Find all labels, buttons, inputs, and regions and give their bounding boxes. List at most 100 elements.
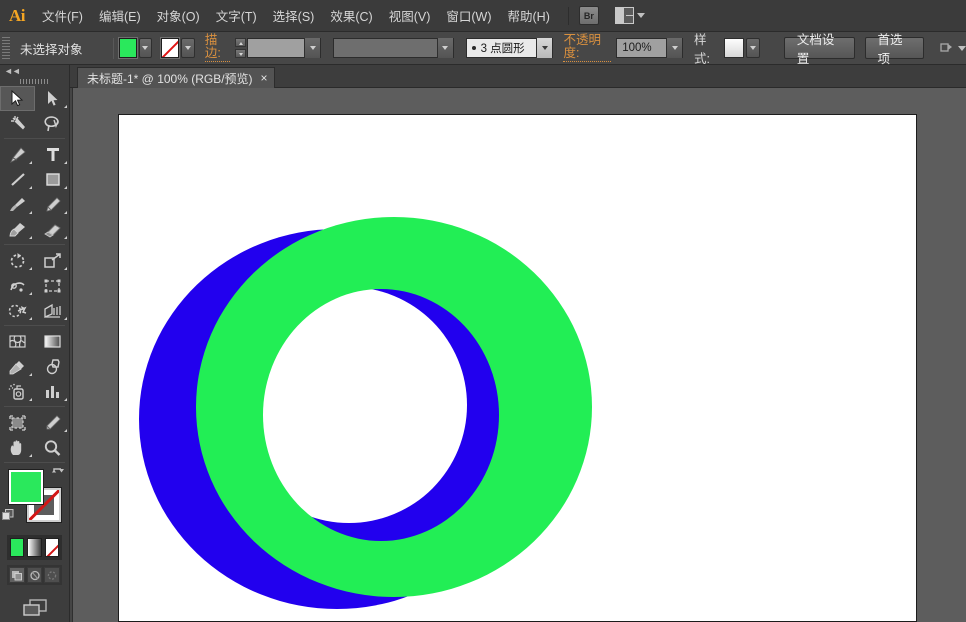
- document-tab[interactable]: 未标题-1* @ 100% (RGB/预览) ×: [77, 67, 275, 88]
- menu-file[interactable]: 文件(F): [34, 0, 91, 32]
- menu-select[interactable]: 选择(S): [265, 0, 323, 32]
- paintbrush-tool[interactable]: [0, 192, 35, 217]
- stroke-weight-field[interactable]: [247, 38, 321, 58]
- stroke-profile-field[interactable]: [333, 38, 453, 58]
- blob-brush-icon: [8, 221, 27, 238]
- selection-tool[interactable]: [0, 86, 35, 111]
- document-tab-title: 未标题-1* @ 100% (RGB/预览): [87, 70, 253, 87]
- gradient-mode-button[interactable]: [27, 538, 41, 557]
- shape-builder-icon: [8, 302, 27, 320]
- bridge-button[interactable]: Br: [579, 6, 599, 25]
- eyedropper-tool[interactable]: [0, 354, 35, 379]
- draw-inside-button[interactable]: [44, 567, 60, 583]
- perspective-grid-tool[interactable]: [35, 298, 70, 323]
- fill-swatch[interactable]: [119, 38, 137, 58]
- eraser-tool[interactable]: [35, 217, 70, 242]
- graphic-style-dropdown[interactable]: [746, 38, 760, 58]
- close-icon[interactable]: ×: [261, 72, 268, 84]
- stepper-down-arrow[interactable]: [235, 49, 246, 58]
- tool-group-selection: [0, 86, 70, 136]
- direct-selection-tool[interactable]: [35, 86, 70, 111]
- line-icon: [9, 171, 27, 188]
- bar-chart-icon: [43, 383, 62, 400]
- tool-group-drawing: [0, 142, 70, 242]
- symbol-sprayer-tool[interactable]: [0, 379, 35, 404]
- mesh-tool[interactable]: [0, 329, 35, 354]
- stroke-label[interactable]: 描边:: [205, 34, 230, 62]
- lasso-icon: [43, 115, 62, 132]
- tool-divider: [4, 462, 65, 463]
- gradient-tool[interactable]: [35, 329, 70, 354]
- stroke-weight-dropdown[interactable]: [304, 38, 320, 58]
- free-transform-tool[interactable]: [35, 273, 70, 298]
- green-ring[interactable]: [119, 115, 918, 622]
- document-setup-button[interactable]: 文档设置: [784, 37, 855, 59]
- slice-tool[interactable]: [35, 410, 70, 435]
- fill-swatch-dropdown[interactable]: [139, 38, 153, 58]
- opacity-label[interactable]: 不透明度:: [563, 34, 611, 62]
- pencil-icon: [44, 196, 62, 213]
- rectangle-icon: [44, 171, 62, 188]
- chevron-down-icon: [637, 13, 645, 18]
- artboard[interactable]: [118, 114, 917, 622]
- stroke-swatch-dropdown[interactable]: [181, 38, 195, 58]
- graphic-style-swatch[interactable]: [724, 38, 744, 58]
- illustrator-window: Ai 文件(F) 编辑(E) 对象(O) 文字(T) 选择(S) 效果(C) 视…: [0, 0, 966, 622]
- tool-group-transform: [0, 248, 70, 323]
- tool-divider: [4, 138, 65, 139]
- rectangle-tool[interactable]: [35, 167, 70, 192]
- stepper-up-arrow[interactable]: [235, 38, 246, 47]
- control-bar-overflow-button[interactable]: [940, 42, 966, 55]
- default-fill-stroke-icon[interactable]: [2, 508, 14, 520]
- opacity-dropdown[interactable]: [666, 38, 682, 58]
- none-mode-button[interactable]: [45, 538, 59, 557]
- stroke-weight-stepper[interactable]: [235, 38, 246, 58]
- menu-type[interactable]: 文字(T): [208, 0, 265, 32]
- brush-dropdown[interactable]: [536, 38, 552, 58]
- scale-tool[interactable]: [35, 248, 70, 273]
- menu-edit[interactable]: 编辑(E): [91, 0, 149, 32]
- scale-icon: [43, 252, 62, 270]
- menu-view[interactable]: 视图(V): [381, 0, 439, 32]
- artboard-tool[interactable]: [0, 410, 35, 435]
- magic-wand-icon: [9, 115, 27, 132]
- menu-object[interactable]: 对象(O): [149, 0, 208, 32]
- hand-tool[interactable]: [0, 435, 35, 460]
- stroke-swatch[interactable]: [161, 38, 179, 58]
- tools-panel-grip[interactable]: [0, 77, 69, 86]
- pencil-tool[interactable]: [35, 192, 70, 217]
- screen-mode-icon: [21, 597, 49, 619]
- draw-inside-icon: [46, 570, 58, 581]
- arrange-documents-button[interactable]: [615, 7, 645, 24]
- change-screen-mode-button[interactable]: [0, 597, 69, 619]
- column-graph-tool[interactable]: [35, 379, 70, 404]
- pen-tool[interactable]: [0, 142, 35, 167]
- rotate-tool[interactable]: [0, 248, 35, 273]
- fill-proxy-swatch[interactable]: [9, 470, 43, 504]
- blob-brush-tool[interactable]: [0, 217, 35, 242]
- control-bar-grip[interactable]: [2, 37, 10, 59]
- menu-effect[interactable]: 效果(C): [322, 0, 380, 32]
- draw-behind-button[interactable]: [27, 567, 43, 583]
- swap-fill-stroke-icon[interactable]: [51, 467, 64, 482]
- color-mode-button[interactable]: [10, 538, 24, 557]
- tools-panel-collapse-button[interactable]: ◄◄: [0, 65, 69, 77]
- menu-help[interactable]: 帮助(H): [500, 0, 558, 32]
- lasso-tool[interactable]: [35, 111, 70, 136]
- artwork[interactable]: [119, 115, 918, 622]
- width-tool[interactable]: [0, 273, 35, 298]
- preferences-button[interactable]: 首选项: [865, 37, 924, 59]
- zoom-tool[interactable]: [35, 435, 70, 460]
- magic-wand-tool[interactable]: [0, 111, 35, 136]
- app-logo: Ai: [0, 0, 34, 32]
- brush-definition-field[interactable]: 3 点圆形: [466, 38, 554, 58]
- blend-tool[interactable]: [35, 354, 70, 379]
- type-tool[interactable]: [35, 142, 70, 167]
- canvas-area[interactable]: [70, 88, 966, 622]
- line-segment-tool[interactable]: [0, 167, 35, 192]
- shape-builder-tool[interactable]: [0, 298, 35, 323]
- stroke-profile-dropdown[interactable]: [437, 38, 453, 58]
- draw-normal-button[interactable]: [9, 567, 25, 583]
- opacity-field[interactable]: 100%: [616, 38, 683, 58]
- menu-window[interactable]: 窗口(W): [438, 0, 499, 32]
